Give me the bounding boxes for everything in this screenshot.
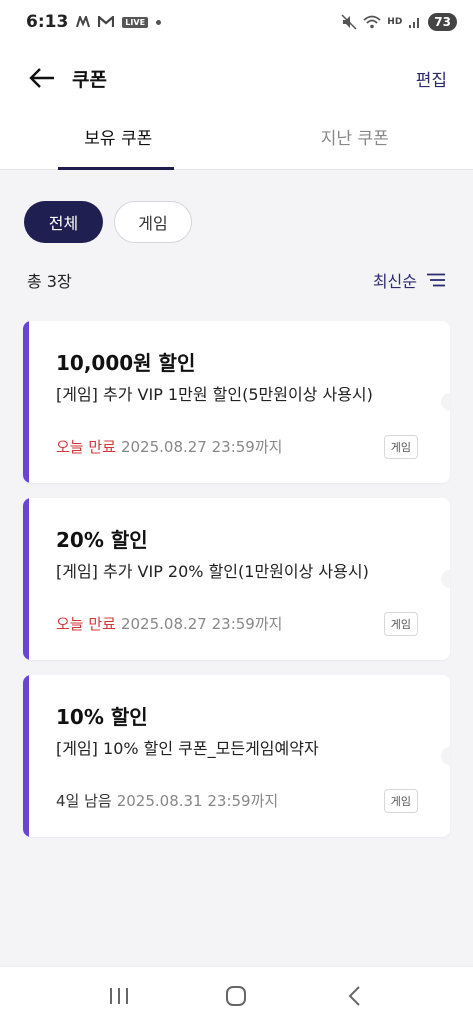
sort-lines-icon — [427, 273, 445, 287]
coupon-accent-bar — [23, 498, 29, 660]
coupon-tabs: 보유 쿠폰 지난 쿠폰 — [0, 112, 473, 170]
coupon-notch — [441, 747, 450, 765]
coupon-count: 총 3장 — [27, 272, 72, 291]
page-title: 쿠폰 — [72, 68, 107, 91]
expiry-date: 2025.08.27 23:59까지 — [120, 438, 283, 456]
coupon-title: 10,000원 할인 — [56, 351, 196, 375]
coupon-accent-bar — [23, 675, 29, 837]
expiry-label: 오늘 만료 — [56, 615, 116, 633]
wifi-icon — [363, 15, 381, 29]
status-bar: 6:13 LIVE HD 73 — [0, 0, 473, 44]
signal-icon — [408, 15, 422, 29]
sort-button[interactable]: 최신순 — [373, 268, 445, 292]
back-nav-icon — [348, 985, 360, 1006]
coupon-card[interactable]: 10% 할인 [게임] 10% 할인 쿠폰_모든게임예약자 4일 남음 2025… — [23, 675, 450, 837]
coupon-description: [게임] 추가 VIP 1만원 할인(5만원이상 사용시) — [56, 385, 373, 404]
dot-icon — [156, 19, 162, 25]
home-button[interactable] — [216, 976, 256, 1016]
coupon-description: [게임] 10% 할인 쿠폰_모든게임예약자 — [56, 739, 319, 758]
battery-indicator: 73 — [428, 13, 457, 31]
status-left: 6:13 LIVE — [26, 12, 162, 32]
sort-label: 최신순 — [372, 272, 417, 291]
hd-voice-icon: HD — [387, 17, 403, 27]
home-icon — [226, 985, 247, 1006]
coupon-expiry: 오늘 만료 2025.08.27 23:59까지 — [56, 436, 282, 457]
mute-icon — [341, 14, 357, 30]
coupon-description: [게임] 추가 VIP 20% 할인(1만원이상 사용시) — [56, 562, 369, 581]
back-nav-button[interactable] — [334, 976, 374, 1016]
coupon-category-tag: 게임 — [383, 789, 418, 813]
gmail-icon — [98, 16, 115, 28]
filter-chip-game[interactable]: 게임 — [114, 201, 192, 243]
live-icon: LIVE — [122, 16, 149, 28]
expiry-date: 2025.08.31 23:59까지 — [116, 792, 279, 810]
coupon-card[interactable]: 10,000원 할인 [게임] 추가 VIP 1만원 할인(5만원이상 사용시)… — [23, 321, 450, 483]
filter-chips: 전체 게임 — [24, 201, 192, 243]
coupon-card[interactable]: 20% 할인 [게임] 추가 VIP 20% 할인(1만원이상 사용시) 오늘 … — [23, 498, 450, 660]
tab-past-coupons[interactable]: 지난 쿠폰 — [237, 112, 473, 169]
system-nav-bar — [0, 966, 473, 1024]
status-right: HD 73 — [341, 13, 457, 31]
coupon-expiry: 4일 남음 2025.08.31 23:59까지 — [56, 790, 278, 811]
app-header: 쿠폰 편집 — [0, 44, 473, 112]
recent-apps-icon — [109, 987, 128, 1004]
coupon-category-tag: 게임 — [383, 435, 418, 459]
coupon-title: 20% 할인 — [56, 528, 148, 552]
m-logo-icon — [76, 16, 91, 28]
tab-owned-coupons[interactable]: 보유 쿠폰 — [0, 112, 237, 170]
arrow-left-icon — [29, 68, 54, 88]
coupon-notch — [441, 570, 450, 588]
filter-chip-all[interactable]: 전체 — [24, 201, 103, 243]
expiry-label: 4일 남음 — [56, 792, 112, 810]
coupon-expiry: 오늘 만료 2025.08.27 23:59까지 — [56, 613, 282, 634]
coupon-screen: 6:13 LIVE HD 73 쿠폰 편집 보유 쿠폰 지난 쿠폰 전체 게임 … — [0, 0, 473, 1024]
expiry-date: 2025.08.27 23:59까지 — [120, 615, 283, 633]
back-button[interactable] — [28, 64, 56, 92]
coupon-accent-bar — [23, 321, 29, 483]
recent-apps-button[interactable] — [99, 976, 139, 1016]
list-meta-row: 총 3장 최신순 — [27, 266, 445, 294]
coupon-title: 10% 할인 — [56, 705, 148, 729]
edit-button[interactable]: 편집 — [416, 66, 447, 91]
coupon-notch — [441, 393, 450, 411]
coupon-category-tag: 게임 — [383, 612, 418, 636]
status-time: 6:13 — [26, 12, 69, 32]
expiry-label: 오늘 만료 — [56, 438, 116, 456]
